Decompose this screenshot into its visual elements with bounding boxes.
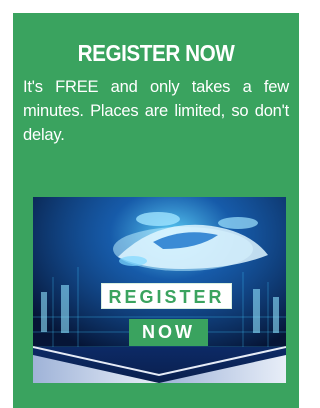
register-button[interactable]: REGISTER xyxy=(101,283,232,309)
promo-description: It's FREE and only takes a few minutes. … xyxy=(23,78,289,144)
register-banner[interactable]: REGISTER NOW xyxy=(33,197,286,383)
register-promo-panel: REGISTER NOW It's FREE and only takes a … xyxy=(13,13,299,408)
promo-title: REGISTER NOW xyxy=(77,40,235,66)
now-button[interactable]: NOW xyxy=(129,319,208,346)
